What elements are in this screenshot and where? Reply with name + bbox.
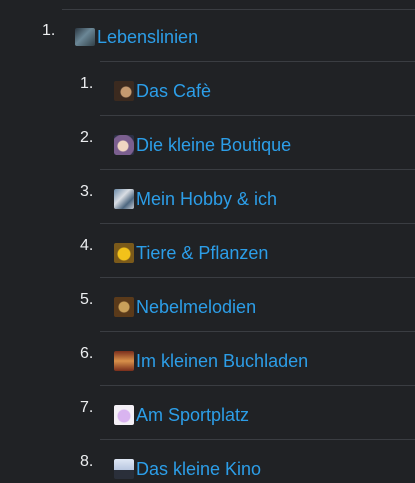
parent-item-label: Lebenslinien: [97, 27, 199, 47]
hobby-thumbnail-icon: [114, 189, 134, 209]
child-item-label: Am Sportplatz: [136, 405, 250, 425]
divider: [100, 331, 415, 332]
child-item-number: 2.: [80, 129, 94, 146]
parent-item-link[interactable]: Lebenslinien: [75, 27, 198, 47]
child-item-number: 7.: [80, 399, 94, 416]
tiere-thumbnail-icon: [114, 243, 134, 263]
divider: [100, 277, 415, 278]
child-item-link-hobby[interactable]: Mein Hobby & ich: [114, 189, 277, 209]
lebenslinien-thumbnail-icon: [75, 28, 95, 46]
divider: [100, 115, 415, 116]
sportplatz-thumbnail-icon: [114, 405, 134, 425]
child-item-link-tiere[interactable]: Tiere & Pflanzen: [114, 243, 268, 263]
divider: [62, 9, 415, 10]
divider: [100, 439, 415, 440]
boutique-thumbnail-icon: [114, 135, 134, 155]
child-item-label: Das Cafè: [136, 81, 212, 101]
child-item-link-sportplatz[interactable]: Am Sportplatz: [114, 405, 249, 425]
child-item-number: 1.: [80, 75, 94, 92]
child-item-link-cafe[interactable]: Das Cafè: [114, 81, 211, 101]
forum-outline: 1. Lebenslinien 1. Das Cafè 2. Die klein…: [0, 0, 415, 483]
divider: [100, 385, 415, 386]
divider: [100, 61, 415, 62]
child-item-number: 8.: [80, 453, 94, 470]
kino-thumbnail-icon: [114, 459, 134, 479]
buchladen-thumbnail-icon: [114, 351, 134, 371]
divider: [100, 223, 415, 224]
child-item-link-buchladen[interactable]: Im kleinen Buchladen: [114, 351, 308, 371]
child-item-label: Mein Hobby & ich: [136, 189, 278, 209]
child-item-link-boutique[interactable]: Die kleine Boutique: [114, 135, 291, 155]
parent-item-number: 1.: [42, 22, 56, 39]
child-item-number: 4.: [80, 237, 94, 254]
child-item-number: 5.: [80, 291, 94, 308]
child-item-number: 6.: [80, 345, 94, 362]
cafe-thumbnail-icon: [114, 81, 134, 101]
divider: [100, 169, 415, 170]
child-item-label: Nebelmelodien: [136, 297, 257, 317]
child-item-number: 3.: [80, 183, 94, 200]
child-item-label: Im kleinen Buchladen: [136, 351, 309, 371]
child-item-label: Tiere & Pflanzen: [136, 243, 269, 263]
child-item-link-nebel[interactable]: Nebelmelodien: [114, 297, 256, 317]
child-item-label: Die kleine Boutique: [136, 135, 292, 155]
child-item-link-kino[interactable]: Das kleine Kino: [114, 459, 261, 479]
child-item-label: Das kleine Kino: [136, 459, 262, 479]
nebel-thumbnail-icon: [114, 297, 134, 317]
